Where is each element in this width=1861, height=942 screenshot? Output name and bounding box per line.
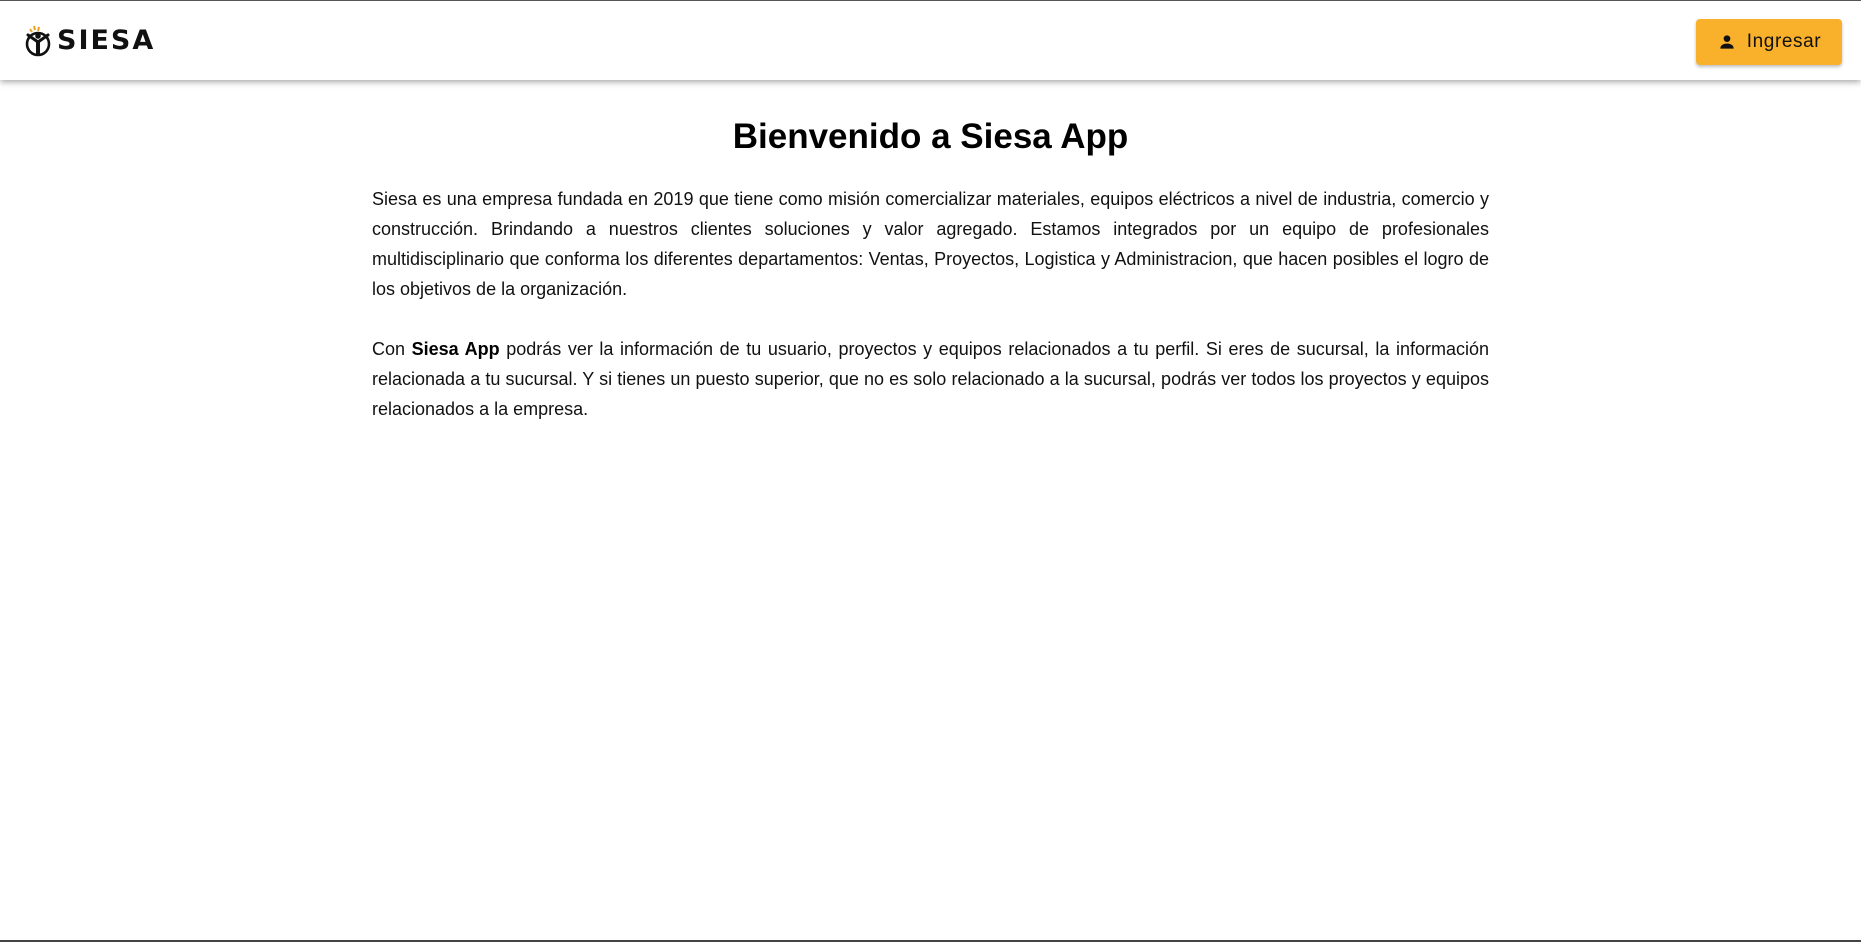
app-name-bold: Siesa App (411, 339, 500, 359)
person-icon (1720, 35, 1734, 49)
page-title: Bienvenido a Siesa App (732, 117, 1129, 156)
logo-text: SIESA (57, 25, 156, 56)
login-button-label: Ingresar (1746, 31, 1822, 52)
login-button[interactable]: Ingresar (1696, 19, 1842, 65)
app-description-text: podrás ver la información de tu usuario,… (372, 339, 1489, 419)
main-content: Bienvenido a Siesa App Siesa es una empr… (372, 105, 1489, 454)
logo-person-icon (25, 25, 51, 57)
app-description: Con Siesa App podrás ver la información … (372, 334, 1489, 424)
top-app-bar: SIESA Ingresar (0, 0, 1861, 80)
company-description: Siesa es una empresa fundada en 2019 que… (372, 189, 1489, 299)
app-description-prefix: Con (372, 339, 412, 359)
siesa-logo[interactable]: SIESA (24, 25, 155, 57)
